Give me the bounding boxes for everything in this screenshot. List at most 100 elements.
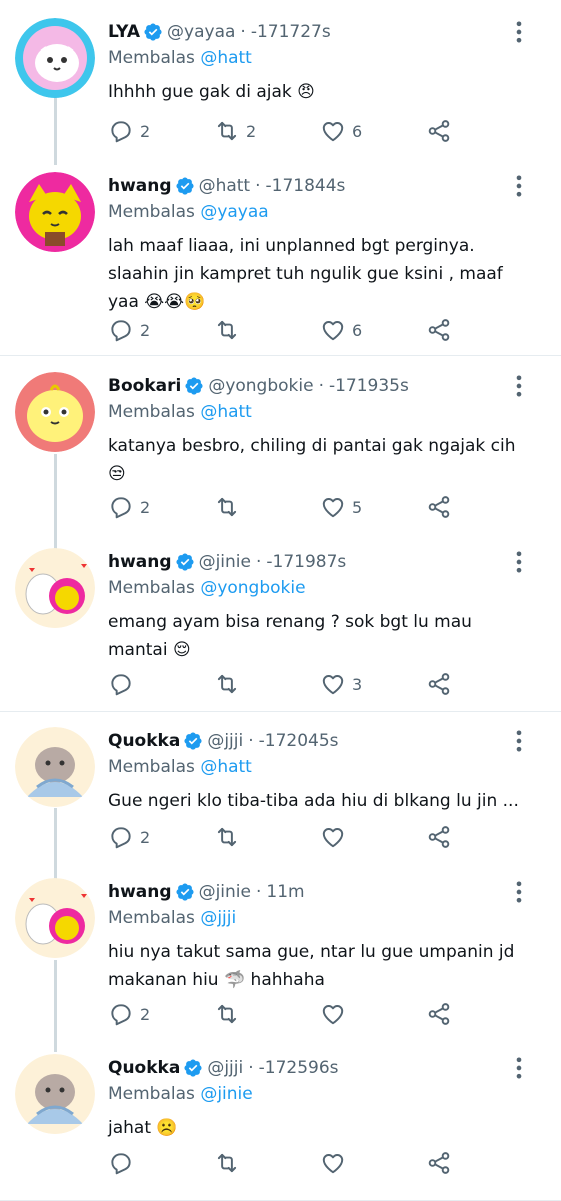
reply-prefix: Membalas [108,757,195,777]
timestamp[interactable]: -171987s [266,552,346,572]
tweet[interactable]: Quokka @jjji · -172596s Membalas @jinie … [0,1054,561,1142]
user-handle[interactable]: @jinie [199,882,251,902]
reply-to-handle[interactable]: @hatt [200,757,252,777]
user-handle[interactable]: @jjji [207,1058,243,1078]
reply-to-handle[interactable]: @yongbokie [200,578,305,598]
display-name[interactable]: hwang [108,176,172,196]
more-options-icon[interactable] [505,18,533,46]
timestamp[interactable]: -172045s [259,731,339,751]
reply-icon [108,317,134,343]
avatar[interactable] [15,727,95,807]
replying-to: Membalas @hatt [108,755,549,779]
tweet[interactable]: LYA @yayaa · -171727s Membalas @hatt Ihh… [0,18,561,106]
timestamp[interactable]: -172596s [259,1058,339,1078]
tweet[interactable]: hwang @jinie · 11m Membalas @jjji hiu ny… [0,878,561,994]
share-icon [426,1150,452,1176]
like-button[interactable] [320,824,364,850]
avatar[interactable] [15,878,95,958]
avatar[interactable] [15,172,95,252]
timestamp[interactable]: -171935s [329,376,409,396]
more-options-icon[interactable] [505,172,533,200]
retweet-icon [214,1001,240,1027]
avatar[interactable] [15,372,95,452]
share-icon [426,824,452,850]
reply-to-handle[interactable]: @yayaa [200,202,268,222]
heart-icon [320,1150,346,1176]
display-name[interactable]: hwang [108,552,172,572]
user-handle[interactable]: @jinie [199,552,251,572]
user-handle[interactable]: @yongbokie [208,376,313,396]
tweet[interactable]: hwang @jinie · -171987s Membalas @yongbo… [0,548,561,664]
share-icon [426,118,452,144]
verified-badge-icon [175,552,195,572]
timestamp[interactable]: -171844s [266,176,346,196]
share-button[interactable] [426,824,452,850]
display-name[interactable]: hwang [108,882,172,902]
user-handle[interactable]: @hatt [199,176,251,196]
reply-prefix: Membalas [108,908,195,928]
user-handle[interactable]: @yayaa [167,22,235,42]
share-button[interactable] [426,317,452,343]
retweet-button[interactable] [214,494,258,520]
user-handle[interactable]: @jjji [207,731,243,751]
avatar[interactable] [15,1054,95,1134]
tweet[interactable]: hwang @hatt · -171844s Membalas @yayaa l… [0,172,561,316]
like-button[interactable]: 6 [320,118,364,144]
more-options-icon[interactable] [505,372,533,400]
like-button[interactable]: 5 [320,494,364,520]
thread-line [54,808,57,880]
reply-to-handle[interactable]: @hatt [200,402,252,422]
retweet-button[interactable] [214,1150,258,1176]
like-button[interactable] [320,1150,364,1176]
reply-icon [108,494,134,520]
retweet-button[interactable] [214,1001,258,1027]
reply-to-handle[interactable]: @jinie [200,1084,252,1104]
avatar[interactable] [15,18,95,98]
more-options-icon[interactable] [505,1054,533,1082]
like-button[interactable] [320,1001,364,1027]
display-name[interactable]: Quokka [108,731,180,751]
share-button[interactable] [426,494,452,520]
tweet[interactable]: Bookari @yongbokie · -171935s Membalas @… [0,372,561,488]
share-button[interactable] [426,118,452,144]
reply-button[interactable]: 2 [108,494,152,520]
reply-to-handle[interactable]: @jjji [200,908,236,928]
thread-2: Bookari @yongbokie · -171935s Membalas @… [0,356,561,712]
reply-prefix: Membalas [108,578,195,598]
separator-dot: · [255,176,261,196]
more-options-icon[interactable] [505,548,533,576]
share-button[interactable] [426,1001,452,1027]
reply-button[interactable] [108,671,152,697]
like-count: 5 [352,497,363,517]
verified-badge-icon [184,376,204,396]
reply-count: 2 [140,320,151,340]
reply-to-handle[interactable]: @hatt [200,48,252,68]
reply-button[interactable]: 2 [108,824,152,850]
like-button[interactable]: 6 [320,317,364,343]
more-options-icon[interactable] [505,878,533,906]
tweet[interactable]: Quokka @jjji · -172045s Membalas @hatt G… [0,727,561,815]
reply-button[interactable]: 2 [108,1001,152,1027]
retweet-button[interactable] [214,671,258,697]
timestamp[interactable]: -171727s [251,22,331,42]
avatar[interactable] [15,548,95,628]
like-button[interactable]: 3 [320,671,364,697]
display-name[interactable]: Bookari [108,376,181,396]
more-options-icon[interactable] [505,727,533,755]
heart-icon [320,671,346,697]
timestamp[interactable]: 11m [266,882,304,902]
reply-button[interactable]: 2 [108,118,152,144]
share-button[interactable] [426,671,452,697]
retweet-button[interactable] [214,317,258,343]
tweet-text: jahat ☹️ [108,1118,178,1138]
display-name[interactable]: LYA [108,22,140,42]
retweet-button[interactable]: 2 [214,118,258,144]
share-icon [426,317,452,343]
share-button[interactable] [426,1150,452,1176]
replying-to: Membalas @hatt [108,400,549,424]
heart-icon [320,824,346,850]
retweet-button[interactable] [214,824,258,850]
reply-button[interactable] [108,1150,152,1176]
display-name[interactable]: Quokka [108,1058,180,1078]
reply-button[interactable]: 2 [108,317,152,343]
